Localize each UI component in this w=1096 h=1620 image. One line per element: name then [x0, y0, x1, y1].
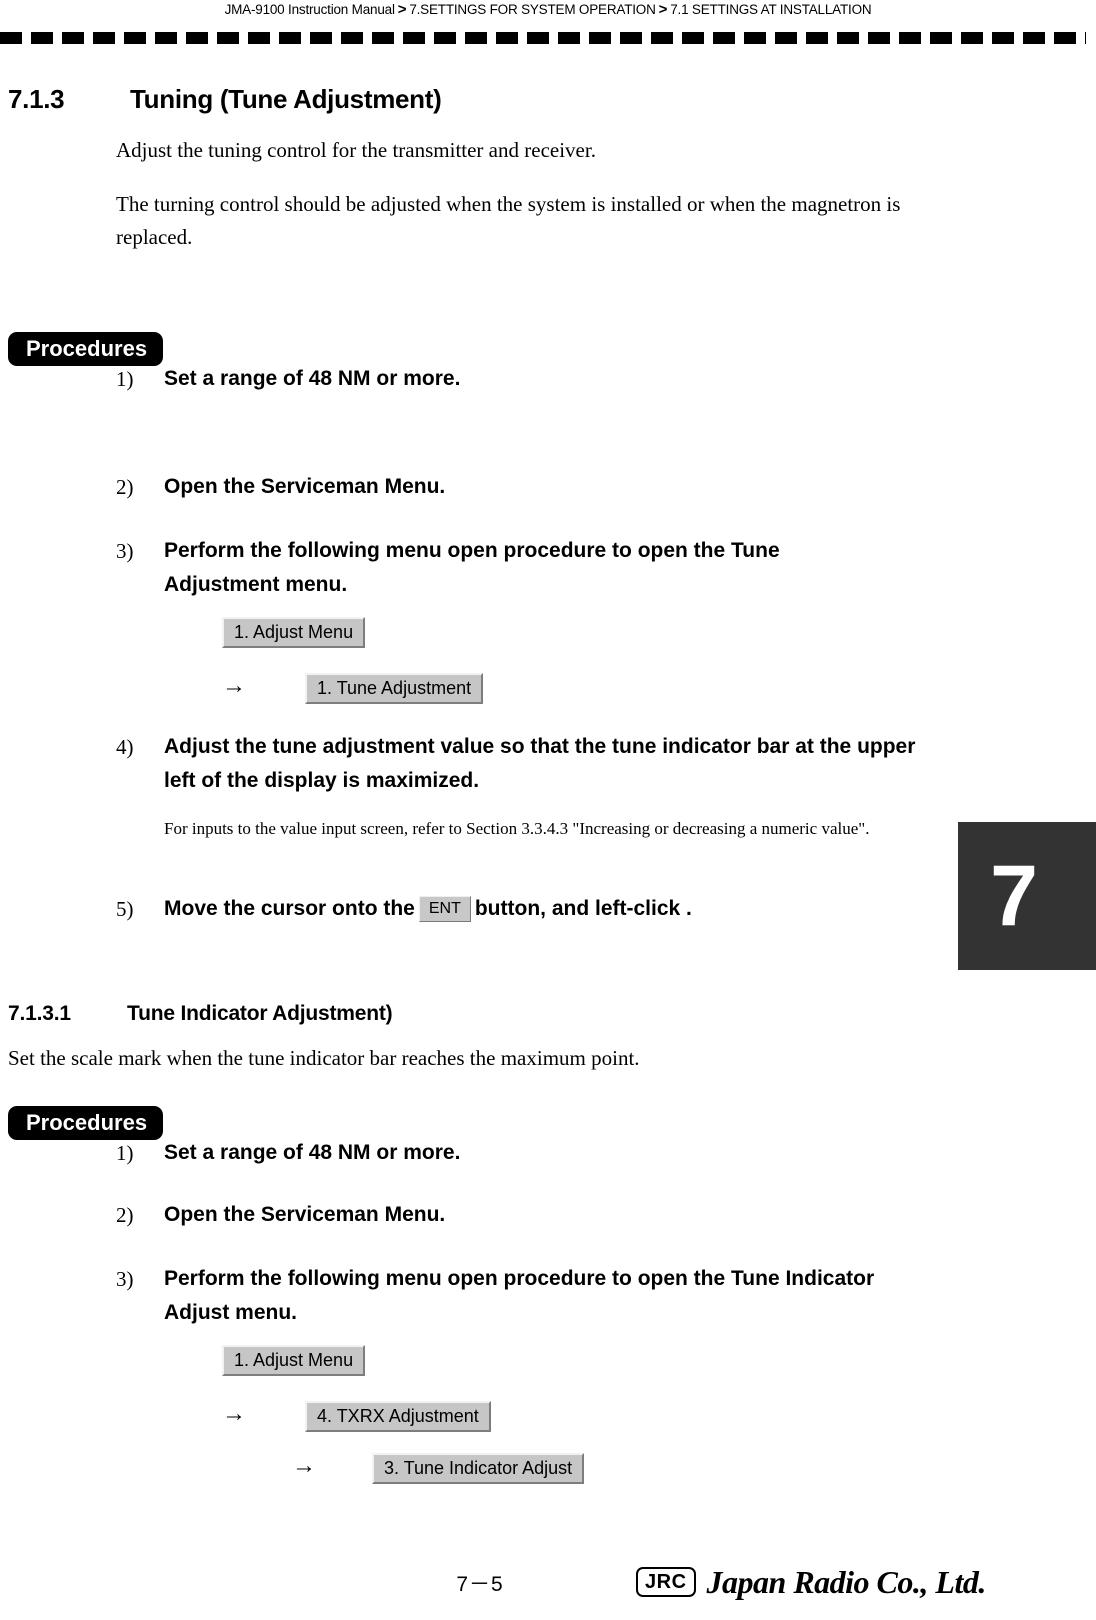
section-title-7131: Tune Indicator Adjustment): [127, 1002, 393, 1025]
step-number: 2): [116, 1203, 134, 1227]
step-5-text-before: Move the cursor onto the: [164, 897, 415, 920]
step-number: 3): [116, 1267, 134, 1291]
step-number: 3): [116, 539, 134, 563]
section-713-paragraph-1: Adjust the tuning control for the transm…: [116, 138, 596, 162]
header-manual-title: JMA-9100 Instruction Manual: [224, 2, 395, 17]
step-1-section-713: 1) Set a range of 48 NM or more.: [116, 362, 926, 396]
step-text: Move the cursor onto the ENT button, and l…: [164, 892, 936, 926]
step-5-section-713: 5) Move the cursor onto the ENT button, an…: [116, 892, 936, 926]
step-text: Open the Serviceman Menu.: [164, 475, 446, 498]
header-section-title: 7.1 SETTINGS AT INSTALLATION: [670, 2, 872, 17]
section-title-713: Tuning (Tune Adjustment): [130, 84, 442, 114]
menu-button-tune-indicator-adjust[interactable]: 3. Tune Indicator Adjust: [372, 1453, 585, 1484]
running-header: JMA-9100 Instruction Manual >7.SETTINGS F…: [0, 0, 1096, 24]
menu-button-txrx-adjustment[interactable]: 4. TXRX Adjustment: [305, 1401, 491, 1432]
chapter-thumb-tab: 7: [958, 822, 1096, 970]
menu-path-arrow-icon: →: [222, 673, 246, 699]
section-number-7131: 7.1.3.1: [8, 1002, 71, 1025]
step-number: 2): [116, 475, 134, 499]
step-5-text-after: button, and left-click .: [474, 897, 692, 920]
step-text: Perform the following menu open procedur…: [164, 1267, 875, 1324]
step-2-section-713: 2) Open the Serviceman Menu.: [116, 470, 926, 504]
ent-keycap-button[interactable]: ENT: [418, 896, 471, 922]
menu-button-adjust-menu[interactable]: 1. Adjust Menu: [222, 617, 366, 648]
step-1-section-7131: 1) Set a range of 48 NM or more.: [116, 1136, 926, 1170]
step-text: Adjust the tune adjustment value so that…: [164, 735, 916, 792]
step-number: 5): [116, 897, 134, 921]
step-3-section-7131: 3) Perform the following menu open proce…: [116, 1262, 891, 1330]
menu-path-arrow-icon-2: →: [222, 1401, 246, 1427]
step-text: Open the Serviceman Menu.: [164, 1203, 446, 1226]
jrc-logo-mark: JRC: [636, 1567, 696, 1597]
step-number: 1): [116, 367, 134, 391]
header-chapter-title: 7.SETTINGS FOR SYSTEM OPERATION: [409, 2, 656, 17]
procedures-badge-1: Procedures: [8, 332, 164, 366]
section-713-note: For inputs to the value input screen, re…: [164, 819, 870, 838]
section-number-713: 7.1.3: [8, 84, 65, 114]
menu-button-tune-adjustment[interactable]: 1. Tune Adjustment: [305, 673, 484, 704]
procedures-badge-2: Procedures: [8, 1106, 164, 1140]
section-heading-713: 7.1.3 Tuning (Tune Adjustment): [8, 84, 442, 115]
footer-logo: JRC Japan Radio Co., Ltd.: [636, 1562, 986, 1602]
header-separator-icon-2: >: [658, 1, 668, 18]
header-separator-icon: >: [397, 1, 407, 18]
step-text: Perform the following menu open procedur…: [164, 539, 780, 596]
header-dashed-rule: [0, 32, 1086, 44]
step-text: Set a range of 48 NM or more.: [164, 367, 461, 390]
jrc-wordmark: Japan Radio Co., Ltd.: [706, 1563, 987, 1600]
step-3-section-713: 3) Perform the following menu open proce…: [116, 534, 891, 602]
step-text: Set a range of 48 NM or more.: [164, 1141, 461, 1164]
step-number: 1): [116, 1141, 134, 1165]
section-heading-7131: 7.1.3.1 Tune Indicator Adjustment): [8, 1002, 393, 1026]
step-number: 4): [116, 735, 134, 759]
step-2-section-7131: 2) Open the Serviceman Menu.: [116, 1198, 926, 1232]
section-713-paragraph-2: The turning control should be adjusted w…: [116, 192, 901, 249]
menu-button-adjust-menu-2[interactable]: 1. Adjust Menu: [222, 1345, 366, 1376]
step-4-section-713: 4) Adjust the tune adjustment value so t…: [116, 730, 916, 798]
page-number: 7－5: [456, 1573, 504, 1596]
section-7131-paragraph-1: Set the scale mark when the tune indicat…: [8, 1046, 640, 1070]
menu-path-arrow-icon-3: →: [292, 1453, 316, 1479]
